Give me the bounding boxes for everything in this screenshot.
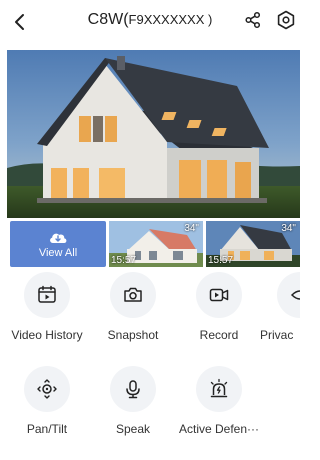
clip-thumbnail[interactable]: 15:57 34": [206, 221, 300, 267]
device-serial: F9XXXXXXX ): [128, 12, 213, 27]
top-bar: C8W( F9XXXXXXX ): [0, 0, 300, 42]
share-icon: [245, 11, 261, 29]
clip-duration: 34": [281, 223, 296, 234]
active-defense-label: Active Defen···: [178, 422, 260, 436]
speak-icon-circle: [110, 366, 156, 412]
view-all-label: View All: [38, 246, 78, 259]
pan-tilt-icon: [37, 379, 57, 399]
pan-tilt-label: Pan/Tilt: [26, 422, 68, 436]
snapshot-button[interactable]: Snapshot: [88, 272, 178, 342]
settings-icon: [277, 10, 295, 30]
privacy-label: Privac: [260, 328, 294, 342]
privacy-icon-circle: [277, 272, 300, 318]
video-history-button[interactable]: Video History: [2, 272, 92, 342]
microphone-icon: [126, 380, 140, 399]
snapshot-label: Snapshot: [107, 328, 159, 342]
active-defense-icon-circle: [196, 366, 242, 412]
cloud-download-icon: [50, 233, 67, 243]
share-button[interactable]: [242, 9, 264, 31]
pan-tilt-button[interactable]: Pan/Tilt: [2, 366, 92, 436]
clip-duration: 34": [184, 223, 199, 234]
settings-button[interactable]: [275, 9, 297, 31]
privacy-icon-clip: [257, 272, 300, 318]
clip-thumbnail[interactable]: 15:57 34": [109, 221, 203, 267]
speak-button[interactable]: Speak: [88, 366, 178, 436]
playback-strip: View All 15:57 34" 15:57 34": [0, 221, 300, 269]
video-history-icon-circle: [24, 272, 70, 318]
alarm-light-icon: [210, 378, 228, 398]
chevron-left-icon: [15, 14, 24, 30]
clip-time: 15:57: [111, 255, 137, 266]
active-defense-button[interactable]: Active Defen···: [174, 366, 264, 436]
back-button[interactable]: [8, 10, 32, 34]
video-history-label: Video History: [11, 328, 83, 342]
device-name: C8W(: [87, 11, 129, 28]
record-label: Record: [199, 328, 239, 342]
record-video-icon: [209, 288, 229, 302]
privacy-button[interactable]: Privac: [257, 272, 300, 342]
pan-tilt-icon-circle: [24, 366, 70, 412]
record-button[interactable]: Record: [174, 272, 264, 342]
house-dusk-image: [7, 50, 300, 218]
record-icon-circle: [196, 272, 242, 318]
view-all-button[interactable]: View All: [10, 221, 106, 267]
snapshot-icon-circle: [110, 272, 156, 318]
camera-icon: [124, 287, 142, 302]
device-title: C8W( F9XXXXXXX ): [62, 11, 238, 33]
calendar-video-icon: [38, 285, 56, 303]
speak-label: Speak: [115, 422, 151, 436]
clip-time: 15:57: [208, 255, 234, 266]
privacy-eye-icon: [290, 290, 300, 300]
live-view[interactable]: [7, 50, 300, 218]
